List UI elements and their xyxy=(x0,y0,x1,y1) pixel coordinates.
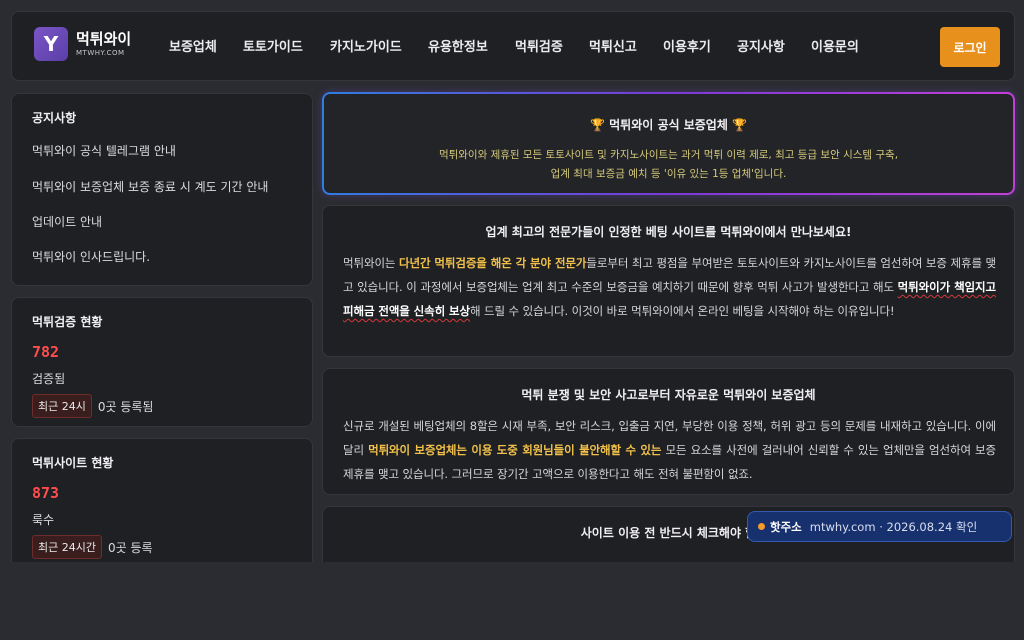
guarantee-hero-banner: 🏆 먹튀와이 공식 보증업체 🏆 먹튀와이와 제휴된 모든 토토사이트 및 카지… xyxy=(322,92,1015,195)
notice-item[interactable]: 먹튀와이 보증업체 보증 종료 시 계도 기간 안내 xyxy=(32,178,268,195)
nav-item-report[interactable]: 먹튀신고 xyxy=(589,36,637,55)
nav-item-notices[interactable]: 공지사항 xyxy=(737,36,785,55)
article-security: 먹튀 분쟁 및 보안 사고로부터 자유로운 먹튀와이 보증업체 신규로 개설된 … xyxy=(322,368,1015,495)
logo-name: 먹튀와이 xyxy=(76,29,132,48)
hero-description: 먹튀와이와 제휴된 모든 토토사이트 및 카지노사이트는 과거 먹튀 이력 제로… xyxy=(324,146,1013,184)
article-body: 신규로 개설된 베팅업체의 8할은 시재 부족, 보안 리스크, 입출금 지연,… xyxy=(343,419,997,481)
logo-badge-icon: Y xyxy=(34,27,68,61)
site-logo[interactable]: Y 먹튀와이 MTWHY.COM xyxy=(34,27,131,61)
nav-item-useful-info[interactable]: 유용한정보 xyxy=(428,36,488,55)
nav-item-toto-guide[interactable]: 토토가이드 xyxy=(243,36,303,55)
hero-title: 🏆 먹튀와이 공식 보증업체 🏆 xyxy=(590,118,747,132)
scam-recent: 최근 24시간 0곳 등록 xyxy=(32,535,153,559)
highlight-text: 다년간 먹튀검증을 해온 각 분야 전문가 xyxy=(399,256,587,270)
nav-item-verification[interactable]: 먹튀검증 xyxy=(515,36,563,55)
recent-24h-badge: 최근 24시 xyxy=(32,394,92,418)
recent-count-text: 0곳 등록 xyxy=(107,540,153,555)
nav-item-casino-guide[interactable]: 카지노가이드 xyxy=(330,36,402,55)
article-title: 먹튀 분쟁 및 보안 사고로부터 자유로운 먹튀와이 보증업체 xyxy=(521,388,816,402)
notice-item[interactable]: 업데이트 안내 xyxy=(32,213,102,230)
page-bottom-area xyxy=(0,562,1024,640)
notice-item[interactable]: 먹튀와이 인사드립니다. xyxy=(32,248,150,265)
status-dot-icon xyxy=(758,523,765,530)
verify-stats-card: 먹튀검증 현황 782 검증됨 최근 24시 0곳 등록됨 xyxy=(11,297,313,427)
notice-title: 공지사항 xyxy=(32,111,77,125)
verify-stats-title: 먹튀검증 현황 xyxy=(32,315,103,329)
article-body: 먹튀와이는 다년간 먹튀검증을 해온 각 분야 전문가들로부터 최고 평점을 부… xyxy=(343,256,996,318)
scam-count: 873 xyxy=(32,484,60,502)
hero-line-2: 업계 최대 보증금 예치 등 '이유 있는 1등 업체'입니다. xyxy=(550,168,787,180)
nav-item-inquiry[interactable]: 이용문의 xyxy=(811,36,859,55)
hot-address-toast[interactable]: 핫주소 mtwhy.com · 2026.08.24 확인 xyxy=(747,511,1012,542)
toast-text: mtwhy.com · 2026.08.24 확인 xyxy=(809,519,978,534)
logo-domain: MTWHY.COM xyxy=(76,48,125,57)
hero-line-1: 먹튀와이와 제휴된 모든 토토사이트 및 카지노사이트는 과거 먹튀 이력 제로… xyxy=(438,149,899,161)
recent-24h-badge: 최근 24시간 xyxy=(32,535,102,559)
nav-item-guarantee[interactable]: 보증업체 xyxy=(169,36,217,55)
scam-count-label: 룩수 xyxy=(32,513,55,527)
article-title: 업계 최고의 전문가들이 인정한 베팅 사이트를 먹튀와이에서 만나보세요! xyxy=(485,225,852,239)
scam-stats-title: 먹튀사이트 현황 xyxy=(32,456,114,470)
notice-card: 공지사항 먹튀와이 공식 텔레그램 안내 먹튀와이 보증업체 보증 종료 시 계… xyxy=(11,93,313,286)
verify-count: 782 xyxy=(32,343,60,361)
scam-stats-card: 먹튀사이트 현황 873 룩수 최근 24시간 0곳 등록 xyxy=(11,438,313,578)
highlight-text: 먹튀와이 보증업체는 이용 도중 회원님들이 불안해할 수 있는 xyxy=(368,443,662,457)
notice-item[interactable]: 먹튀와이 공식 텔레그램 안내 xyxy=(32,142,176,159)
nav-item-reviews[interactable]: 이용후기 xyxy=(663,36,711,55)
login-button[interactable]: 로그인 xyxy=(940,27,1000,67)
verify-recent: 최근 24시 0곳 등록됨 xyxy=(32,394,153,418)
verify-count-label: 검증됨 xyxy=(32,372,66,386)
toast-label: 핫주소 xyxy=(770,519,802,534)
recent-count-text: 0곳 등록됨 xyxy=(97,399,154,414)
top-header: Y 먹튀와이 MTWHY.COM 보증업체 토토가이드 카지노가이드 유용한정보… xyxy=(11,11,1015,81)
article-experts: 업계 최고의 전문가들이 인정한 베팅 사이트를 먹튀와이에서 만나보세요! 먹… xyxy=(322,205,1015,357)
